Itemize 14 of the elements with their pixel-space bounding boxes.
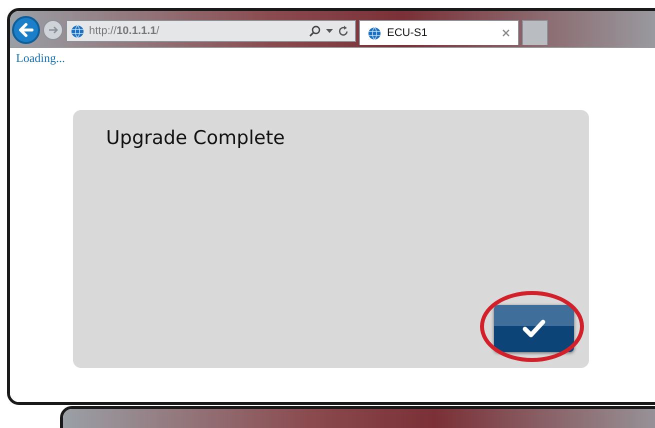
confirm-button[interactable] xyxy=(494,305,574,352)
globe-icon xyxy=(71,24,84,38)
search-icon[interactable] xyxy=(309,25,321,37)
refresh-icon[interactable] xyxy=(338,25,349,37)
url-text: http://10.1.1.1/ xyxy=(89,25,160,37)
dropdown-icon[interactable] xyxy=(326,28,333,34)
dialog-title: Upgrade Complete xyxy=(105,126,286,149)
address-bar[interactable]: http://10.1.1.1/ xyxy=(66,20,356,42)
browser-tab[interactable]: ECU-S1 xyxy=(359,20,519,45)
checkmark-icon xyxy=(522,318,546,338)
back-button[interactable] xyxy=(12,16,40,44)
close-icon[interactable] xyxy=(502,29,510,37)
loading-text: Loading... xyxy=(15,50,66,66)
globe-icon xyxy=(368,26,381,40)
